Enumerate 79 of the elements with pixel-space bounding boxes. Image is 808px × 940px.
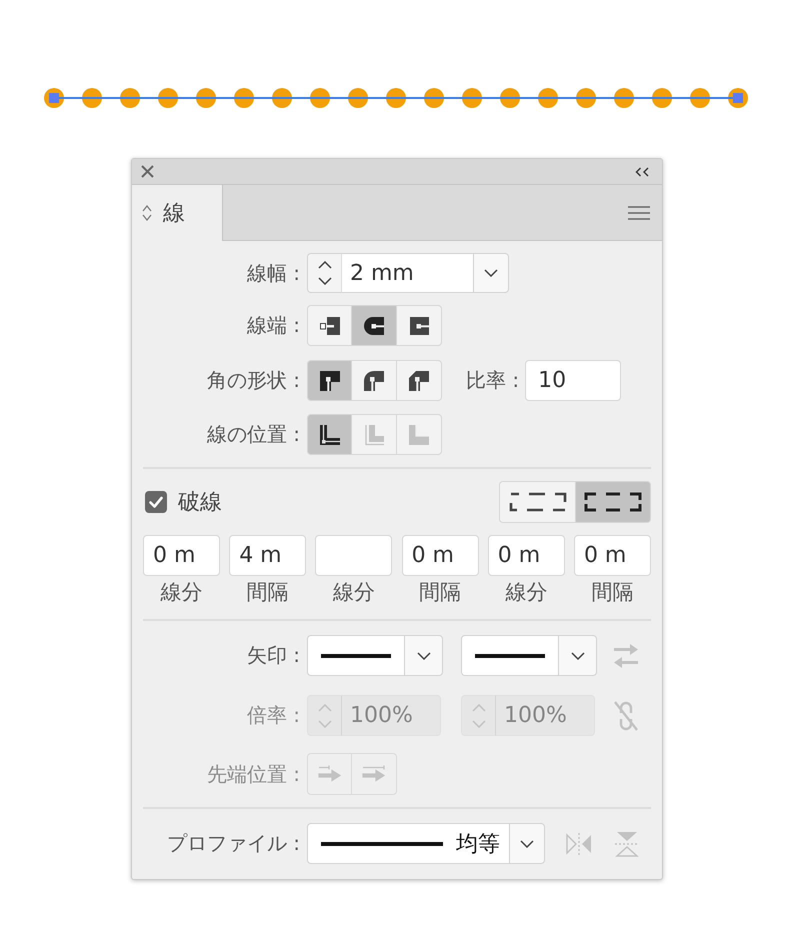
dash-mode-button[interactable] bbox=[499, 481, 575, 523]
dash-label: 線分 bbox=[332, 579, 375, 606]
stroke-dot bbox=[386, 88, 406, 108]
tip-position-label: 先端位置 : bbox=[206, 760, 300, 788]
arrow-at-end-icon bbox=[362, 765, 386, 783]
up-down-chevron-icon bbox=[472, 704, 486, 728]
up-down-chevron-icon bbox=[318, 261, 332, 285]
dropdown-button[interactable] bbox=[509, 823, 545, 864]
stroke-dot bbox=[424, 88, 444, 108]
stroke-dot bbox=[310, 88, 330, 108]
dash-label: 線分 bbox=[505, 579, 548, 606]
limit-label: 比率 : bbox=[466, 367, 520, 394]
center-align-icon bbox=[318, 422, 342, 446]
anchor-point bbox=[733, 93, 743, 103]
align-stroke-button[interactable] bbox=[307, 414, 352, 455]
stroke-dot bbox=[690, 88, 710, 108]
dash-mode-button[interactable] bbox=[575, 481, 651, 523]
dash-field[interactable]: 0 m bbox=[488, 535, 565, 576]
stroke-dot bbox=[120, 88, 140, 108]
dash-field[interactable] bbox=[315, 535, 392, 576]
corner-style-button[interactable] bbox=[397, 360, 442, 401]
stroke-weight-label: 線幅 : bbox=[246, 260, 300, 286]
dropdown-button[interactable] bbox=[473, 253, 509, 293]
cap-style-button[interactable] bbox=[307, 305, 352, 346]
miter-join-icon bbox=[318, 368, 342, 392]
stroke-dot bbox=[272, 88, 292, 108]
stroke-dot bbox=[234, 88, 254, 108]
stroke-dot bbox=[652, 88, 672, 108]
arrowhead-select[interactable] bbox=[461, 635, 558, 676]
checkbox[interactable] bbox=[145, 491, 167, 513]
gap-label: 間隔 bbox=[419, 579, 462, 606]
anchor-point bbox=[49, 93, 59, 103]
align-stroke-label: 線の位置 : bbox=[206, 421, 300, 448]
chevron-down-icon bbox=[416, 652, 430, 660]
profile-select[interactable]: 均等 bbox=[307, 823, 509, 864]
gap-label: 間隔 bbox=[591, 579, 634, 606]
chevron-down-icon bbox=[570, 652, 584, 660]
cap-label: 線端 : bbox=[246, 312, 300, 339]
arrow-past-end-icon bbox=[318, 765, 342, 783]
menu-icon[interactable] bbox=[628, 206, 650, 220]
stroke-dot bbox=[82, 88, 102, 108]
stroke-dot bbox=[538, 88, 558, 108]
gap-field[interactable]: 0 m bbox=[574, 535, 651, 576]
dashed-corners-icon bbox=[584, 491, 642, 513]
cap-style-button[interactable] bbox=[397, 305, 442, 346]
stroke-dot bbox=[576, 88, 596, 108]
bevel-join-icon bbox=[407, 368, 431, 392]
cap-style-button[interactable] bbox=[352, 305, 397, 346]
chevron-down-icon bbox=[484, 269, 498, 277]
dash-label: 線分 bbox=[160, 579, 202, 606]
gap-field[interactable]: 4 m bbox=[229, 535, 306, 576]
outside-align-icon bbox=[407, 422, 431, 446]
profile-label: プロファイル : bbox=[166, 830, 300, 857]
stroke-dot bbox=[614, 88, 634, 108]
dashed-line-label: 破線 bbox=[178, 489, 222, 517]
panel-tab[interactable]: 線 bbox=[132, 185, 223, 241]
limit-field[interactable]: 10 bbox=[525, 360, 622, 401]
gap-label: 間隔 bbox=[246, 579, 289, 606]
corner-label: 角の形状 : bbox=[206, 367, 300, 394]
stroke-weight-field[interactable]: 2 mm bbox=[342, 253, 473, 293]
round-join-icon bbox=[362, 368, 386, 392]
stroke-dot bbox=[462, 88, 482, 108]
close-icon[interactable] bbox=[141, 165, 154, 178]
dash-field[interactable]: 0 m bbox=[143, 535, 220, 576]
stroke-dot bbox=[500, 88, 520, 108]
stroke-dot bbox=[196, 88, 216, 108]
corner-style-button[interactable] bbox=[352, 360, 397, 401]
corner-style-button[interactable] bbox=[307, 360, 352, 401]
arrowheads-label: 矢印 : bbox=[246, 642, 300, 669]
up-down-icon bbox=[142, 204, 152, 222]
scale-label: 倍率 : bbox=[246, 702, 300, 729]
arrowhead-select[interactable] bbox=[307, 635, 404, 676]
stroke-dot bbox=[158, 88, 178, 108]
stepper-button[interactable] bbox=[307, 253, 342, 293]
stroke-dot bbox=[348, 88, 368, 108]
up-down-chevron-icon bbox=[318, 704, 332, 728]
collapse-icon[interactable] bbox=[635, 166, 650, 176]
chevron-down-icon bbox=[520, 840, 534, 848]
gap-field[interactable]: 0 m bbox=[402, 535, 479, 576]
